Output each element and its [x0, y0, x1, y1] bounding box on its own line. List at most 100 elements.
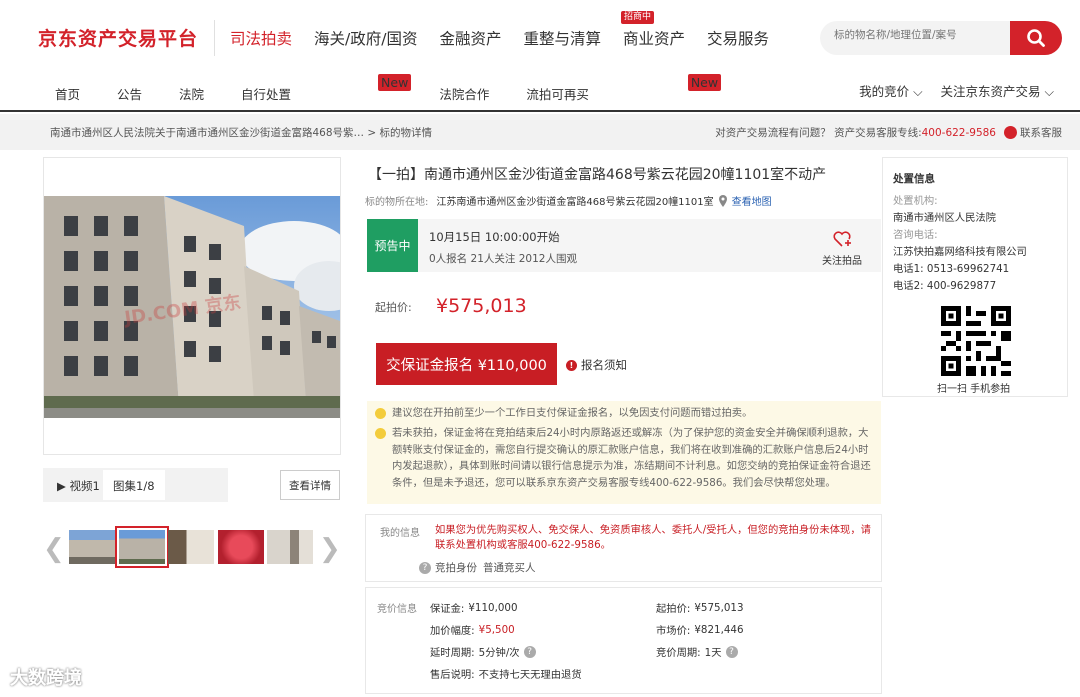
bid-info-box: 竞价信息 保证金: ¥110,000 起拍价: ¥575,013 加价幅度: ¥5,5…: [365, 587, 882, 694]
property-photo[interactable]: JD.COM 京东: [44, 196, 340, 418]
location-label: 标的物所在地:: [365, 197, 429, 208]
nav-commercial-assets-label: 商业资产: [623, 30, 686, 48]
hotline-phone: 400-622-9586: [921, 126, 996, 139]
service-hotline: 对资产交易流程有问题？ 资产交易客服专线: 400-622-9586 联系客服: [715, 125, 1062, 140]
registration-notice-label: 报名须知: [581, 358, 627, 372]
thumbnail[interactable]: [267, 530, 313, 564]
auction-stats: 0人报名 21人关注 2012人围观: [429, 253, 577, 265]
chevron-right-icon[interactable]: ❯: [319, 534, 341, 564]
watermark-logo: 大数跨境: [10, 668, 82, 689]
search-button[interactable]: [1010, 21, 1062, 55]
item-location: 标的物所在地: 江苏南通市通州区金沙街道金富路468号紫云花园20幢1101室 …: [365, 193, 772, 208]
view-map-link[interactable]: 查看地图: [732, 193, 772, 208]
follow-item-label: 关注拍品: [822, 256, 862, 267]
my-info-box: 我的信息 如果您为优先购买权人、免交保人、免资质审核人、委托人/受托人，但您的竞…: [365, 514, 882, 582]
start-price-row: 起拍价: ¥575,013: [656, 600, 744, 616]
subnav-self-disposal[interactable]: 自行处置 New: [241, 74, 412, 103]
tab-images[interactable]: 图集1/8: [103, 470, 165, 500]
main-nav: 司法拍卖 海关/政府/国资 金融资产 重整与清算 商业资产 招商中 交易服务: [230, 11, 791, 49]
registration-notice-link[interactable]: ! 报名须知: [566, 357, 627, 373]
item-title: 【一拍】南通市通州区金沙街道金富路468号紫云花园20幢1101室不动产: [368, 167, 827, 183]
market-price-value: ¥821,446: [694, 623, 744, 636]
disposal-info-panel: 处置信息 处置机构: 南通市通州区人民法院 咨询电话: 江苏快拍嘉网络科技有限公…: [882, 157, 1068, 397]
breadcrumb-bar: 南通市通州区人民法院关于南通市通州区金沙街道金富路468号紫… > 标的物详情 …: [0, 114, 1080, 150]
org-name: 南通市通州区人民法院: [893, 212, 996, 224]
nav-judicial-auction[interactable]: 司法拍卖: [230, 27, 292, 49]
logo-divider: [214, 20, 215, 56]
new-badge: New: [687, 74, 722, 91]
lightbulb-icon: [375, 428, 386, 439]
chevron-left-icon[interactable]: ❮: [43, 534, 65, 564]
site-logo[interactable]: 京东资产交易平台: [38, 24, 198, 51]
nav-trade-services[interactable]: 交易服务: [707, 27, 769, 49]
subnav-announcements[interactable]: 公告: [117, 84, 142, 103]
thumbnail[interactable]: [218, 530, 264, 564]
search-icon: [1027, 29, 1045, 47]
nav-financial-assets[interactable]: 金融资产: [439, 27, 501, 49]
cycle-value: 1天: [704, 647, 722, 659]
subnav-failed-rebuy[interactable]: 流拍可再买 New: [526, 74, 722, 103]
start-price-key: 起拍价:: [656, 603, 691, 615]
subnav-self-disposal-label: 自行处置: [241, 87, 292, 102]
question-icon[interactable]: ?: [725, 645, 738, 658]
consult-label: 咨询电话:: [893, 229, 938, 241]
view-details-button[interactable]: 查看详情: [280, 470, 340, 500]
auction-status-bar: 预告中 10月15日 10:00:00开始 0人报名 21人关注 2012人围观…: [367, 219, 881, 272]
increment-key: 加价幅度:: [430, 625, 475, 637]
nav-customs-government[interactable]: 海关/政府/国资: [314, 27, 417, 49]
question-icon[interactable]: ?: [523, 645, 536, 658]
status-badge: 预告中: [367, 219, 418, 272]
search-input[interactable]: [834, 29, 1004, 41]
subnav-court-cooperation[interactable]: 法院合作: [439, 84, 489, 103]
after-sale-row: 售后说明: 不支持七天无理由退货: [430, 666, 582, 681]
question-icon[interactable]: ?: [419, 561, 431, 574]
heart-plus-icon: [833, 231, 851, 247]
deposit-tips: 建议您在开拍前至少一个工作日支付保证金报名，以免因支付问题而错过拍卖。 若未获拍…: [367, 401, 881, 504]
map-pin-icon: [718, 194, 727, 207]
nav-restructuring[interactable]: 重整与清算: [523, 27, 601, 49]
after-sale-value: 不支持七天无理由退货: [478, 669, 582, 681]
thumbnail[interactable]: [168, 530, 214, 564]
follow-item-button[interactable]: 关注拍品: [814, 230, 870, 267]
bid-info-label: 竞价信息: [377, 604, 417, 615]
follow-dropdown[interactable]: 关注京东资产交易 ⌵: [941, 81, 1054, 100]
my-info-label: 我的信息: [380, 528, 420, 539]
bid-identity-value: 普通竞买人: [483, 562, 536, 574]
nav-commercial-assets[interactable]: 商业资产 招商中: [621, 11, 686, 49]
market-price-key: 市场价:: [656, 625, 691, 637]
start-price: ¥575,013: [436, 295, 527, 317]
bid-identity: ? 竞拍身份 普通竞买人: [419, 560, 536, 575]
qr-code: [941, 306, 1011, 376]
phone-1: 电话1: 0513-69962741: [893, 263, 1010, 275]
tip-item: 若未获拍，保证金将在竞拍结束后24小时内原路返还或解冻（为了保护您的资金安全并确…: [375, 425, 872, 491]
deposit-key: 保证金:: [430, 603, 465, 615]
tip-text: 建议您在开拍前至少一个工作日支付保证金报名，以免因支付问题而错过拍卖。: [392, 407, 753, 419]
thumbnail[interactable]: [69, 530, 115, 564]
increment-row: 加价幅度: ¥5,500: [430, 622, 515, 638]
pay-deposit-button[interactable]: 交保证金报名 ¥110,000: [376, 343, 557, 385]
top-header: 京东资产交易平台 司法拍卖 海关/政府/国资 金融资产 重整与清算 商业资产 招…: [0, 0, 1080, 72]
start-time: 10月15日 10:00:00开始: [429, 230, 560, 244]
cycle-row: 竞价周期: 1天?: [656, 644, 742, 659]
qr-caption: 扫一扫 手机参拍: [937, 384, 1011, 395]
subnav-failed-rebuy-label: 流拍可再买: [526, 87, 589, 102]
nav-badge-recruiting: 招商中: [621, 11, 655, 24]
market-price-row: 市场价: ¥821,446: [656, 622, 744, 638]
phone-2: 电话2: 400-9629877: [893, 280, 997, 292]
after-sale-key: 售后说明:: [430, 669, 475, 681]
contact-service-link[interactable]: 联系客服: [1020, 125, 1062, 140]
tab-video[interactable]: ▶ 视频1: [57, 478, 100, 494]
sub-nav: 首页 公告 法院 自行处置 New 法院合作 流拍可再买 New 我的竞价 ⌵ …: [0, 72, 1080, 112]
delay-key: 延时周期:: [430, 647, 475, 659]
my-bids-dropdown[interactable]: 我的竞价 ⌵: [859, 81, 922, 100]
thumbnail-selected[interactable]: [115, 526, 169, 568]
subnav-courts[interactable]: 法院: [179, 84, 204, 103]
tip-item: 建议您在开拍前至少一个工作日支付保证金报名，以免因支付问题而错过拍卖。: [375, 405, 872, 422]
consult-company: 江苏快拍嘉网络科技有限公司: [893, 246, 1027, 258]
start-price-value: ¥575,013: [694, 601, 744, 614]
delay-row: 延时周期: 5分钟/次?: [430, 644, 540, 659]
lightbulb-icon: [375, 408, 386, 419]
org-label: 处置机构:: [893, 195, 938, 207]
subnav-home[interactable]: 首页: [55, 84, 80, 103]
breadcrumb[interactable]: 南通市通州区人民法院关于南通市通州区金沙街道金富路468号紫… > 标的物详情: [50, 125, 432, 140]
